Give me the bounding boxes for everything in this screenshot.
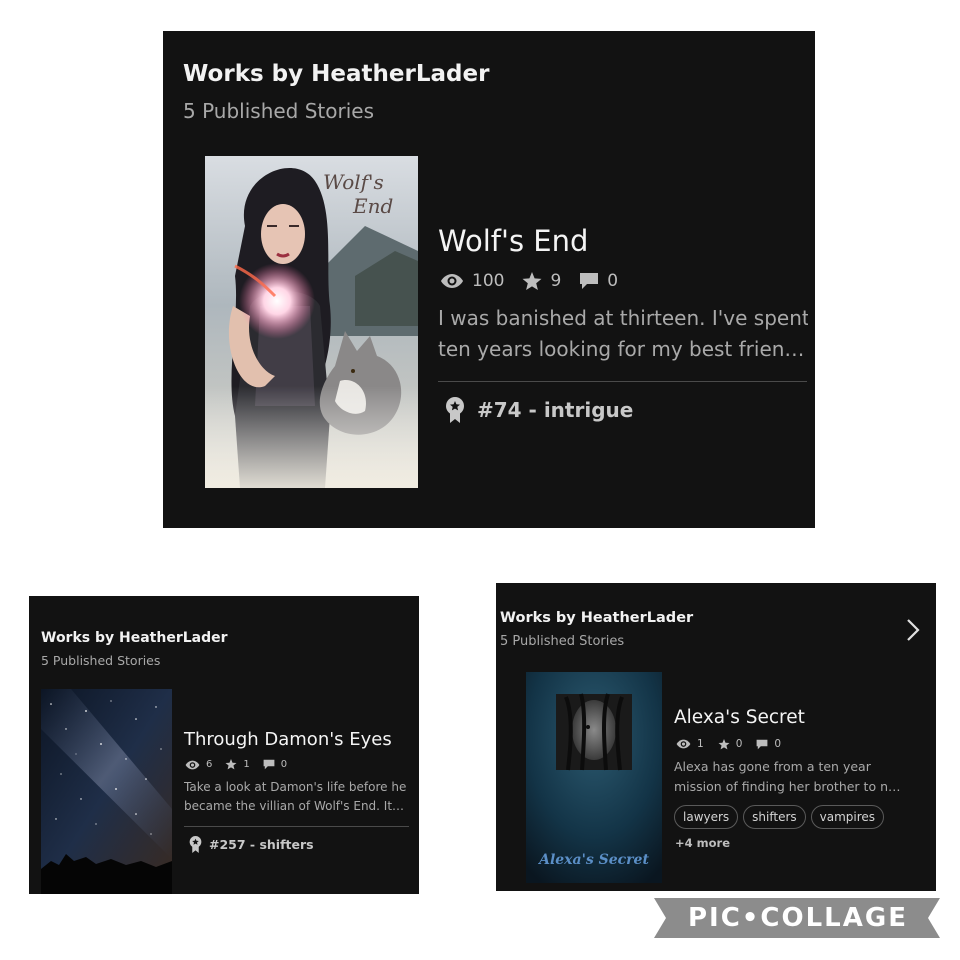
published-count: 5 Published Stories [500,634,625,649]
ribbon-icon [445,397,477,423]
star-icon [225,759,243,770]
star-icon [718,738,736,750]
views-count: 6 [206,759,213,770]
comments-stat: 0 [579,271,618,291]
eye-icon [185,760,206,770]
story-stats: 6 1 0 [185,759,300,770]
views-count: 100 [472,271,505,291]
story-description-line: I was banished at thirteen. I've spent [438,306,808,330]
story-ranking[interactable]: #74 - intrigue [445,397,633,423]
works-header-title[interactable]: Works by HeatherLader [183,61,489,87]
story-stats: 1 0 0 [676,738,795,750]
tag-lawyers[interactable]: lawyers [674,805,739,829]
story-stats: 100 9 0 [440,271,636,291]
eye-icon [440,273,472,289]
story-title[interactable]: Wolf's End [438,224,588,258]
story-description-line: mission of finding her brother to n… [674,779,901,794]
svg-text:Wolf's: Wolf's [323,170,384,194]
story-ranking[interactable]: #257 - shifters [189,836,314,853]
votes-stat: 1 [225,759,250,770]
comments-stat: 0 [756,738,781,750]
votes-stat: 9 [522,271,561,291]
story-tags: lawyers shifters vampires [674,805,889,829]
views-stat: 1 [676,738,704,750]
views-count: 1 [697,738,704,750]
comments-count: 0 [280,759,288,770]
tag-shifters[interactable]: shifters [743,805,806,829]
comments-stat: 0 [263,759,287,770]
piccollage-watermark: PIC•COLLAGE [688,903,908,933]
eye-icon [676,739,697,749]
star-icon [522,271,550,291]
chevron-right-icon[interactable] [906,618,920,642]
tag-vampires[interactable]: vampires [810,805,885,829]
more-tags-link[interactable]: +4 more [675,836,730,850]
works-header-title[interactable]: Works by HeatherLader [41,630,228,646]
views-stat: 6 [185,759,212,770]
story-title[interactable]: Alexa's Secret [674,707,805,728]
story-description-line: Take a look at Damon's life before he [184,780,407,794]
story-cover-wolfs-end[interactable]: Wolf's End [205,156,418,488]
works-panel-alexas-secret: Works by HeatherLader 5 Published Storie… [496,583,936,891]
divider [184,826,409,827]
comment-icon [756,739,774,750]
published-count: 5 Published Stories [41,653,161,668]
views-stat: 100 [440,271,504,291]
divider [438,381,807,382]
works-panel-damons-eyes: Works by HeatherLader 5 Published Storie… [29,596,419,894]
comment-icon [263,759,281,770]
story-description-line: ten years looking for my best frien… [438,337,805,361]
comments-count: 0 [607,271,619,291]
votes-count: 1 [243,759,250,770]
ribbon-icon [189,836,209,853]
comments-count: 0 [774,738,782,750]
works-header-title[interactable]: Works by HeatherLader [500,610,693,626]
published-count: 5 Published Stories [183,99,375,123]
story-description-line: Alexa has gone from a ten year [674,759,871,774]
story-description-line: became the villian of Wolf's End. It… [184,799,405,813]
story-cover-damons-eyes[interactable] [41,689,172,894]
story-cover-alexas-secret[interactable]: Alexa's Secret [526,672,662,883]
votes-count: 0 [735,738,743,750]
votes-count: 9 [550,271,562,291]
comment-icon [579,272,607,290]
works-panel-wolfs-end: Works by HeatherLader 5 Published Storie… [163,31,815,528]
story-title[interactable]: Through Damon's Eyes [184,729,392,750]
svg-text:End: End [352,194,393,218]
ranking-label: #74 - intrigue [477,398,634,422]
ranking-label: #257 - shifters [209,837,314,852]
votes-stat: 0 [718,738,743,750]
svg-text:Alexa's Secret: Alexa's Secret [537,852,649,868]
